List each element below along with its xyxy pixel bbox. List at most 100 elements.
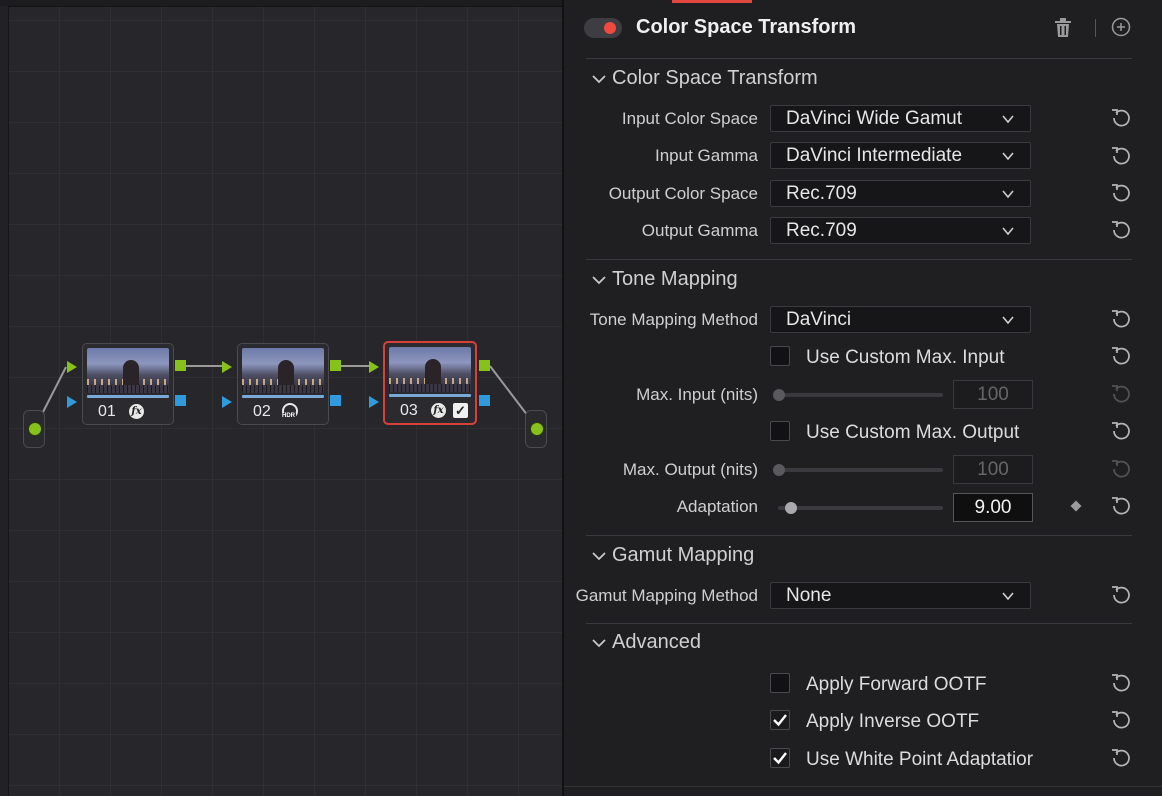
use-custom-max-input-label: Use Custom Max. Input: [806, 347, 1005, 368]
hdr-icon: HDR: [281, 403, 298, 419]
output-dot-icon: [530, 422, 544, 436]
fx-icon: fx: [129, 404, 144, 419]
reset-icon[interactable]: [1110, 219, 1132, 241]
reset-icon[interactable]: [1110, 672, 1132, 694]
tone-mapping-method-dropdown[interactable]: DaVinci: [770, 306, 1031, 333]
reset-icon[interactable]: [1110, 182, 1132, 204]
trash-icon[interactable]: [1054, 18, 1072, 38]
node-03-alpha-input[interactable]: [369, 396, 379, 408]
reset-icon[interactable]: [1110, 495, 1132, 517]
node-01[interactable]: 01 fx: [82, 343, 174, 425]
apply-forward-ootf-label: Apply Forward OOTF: [806, 674, 987, 695]
dropdown-value: Rec.709: [786, 183, 857, 204]
add-node-icon[interactable]: [1111, 17, 1131, 37]
max-input-slider[interactable]: [778, 393, 943, 397]
max-input-value-field[interactable]: 100: [953, 380, 1033, 409]
reset-icon[interactable]: [1110, 107, 1132, 129]
dropdown-value: DaVinci: [786, 309, 852, 330]
effect-title: Color Space Transform: [636, 16, 857, 38]
reset-icon[interactable]: [1110, 308, 1132, 330]
node-01-alpha-input[interactable]: [67, 396, 77, 408]
node-03-selected[interactable]: 03 fx ✓: [383, 341, 477, 425]
chevron-down-icon: [592, 639, 606, 647]
node-03-alpha-output[interactable]: [479, 395, 490, 406]
inspector-panel: Color Space Transform Color Space Transf…: [564, 0, 1162, 796]
node-graph[interactable]: 01 fx 02 HDR 03 fx ✓: [0, 0, 562, 796]
node-02-alpha-output[interactable]: [330, 395, 341, 406]
dropdown-value: None: [786, 585, 832, 606]
node-number: 02: [253, 403, 271, 420]
section-advanced[interactable]: Advanced: [590, 631, 701, 654]
node-number: 01: [98, 403, 116, 420]
node-03-rgb-output[interactable]: [479, 360, 490, 371]
node-thumbnail: [242, 348, 324, 393]
apply-forward-ootf-checkbox[interactable]: [770, 673, 790, 693]
reset-icon: [1112, 385, 1130, 403]
use-white-point-adaptation-label: Use White Point Adaptatior: [806, 749, 1034, 770]
reset-icon[interactable]: [1110, 420, 1132, 442]
adaptation-label: Adaptation: [676, 497, 758, 516]
node-02-alpha-input[interactable]: [222, 396, 232, 408]
hdr-icon-text: HDR: [281, 413, 296, 419]
node-01-alpha-output[interactable]: [175, 395, 186, 406]
active-tab-indicator: [672, 0, 752, 3]
output-gamma-dropdown[interactable]: Rec.709: [770, 217, 1031, 244]
divider: [586, 58, 1132, 59]
max-output-slider-knob[interactable]: [773, 464, 785, 476]
input-color-space-dropdown[interactable]: DaVinci Wide Gamut: [770, 105, 1031, 132]
reset-icon[interactable]: [1110, 584, 1132, 606]
node-02[interactable]: 02 HDR: [237, 343, 329, 425]
source-input-endpoint[interactable]: [23, 410, 45, 448]
effect-enable-toggle[interactable]: [584, 18, 622, 38]
adaptation-value-field[interactable]: 9.00: [953, 493, 1033, 522]
output-gamma-label: Output Gamma: [641, 221, 758, 240]
node-status-bar: [242, 395, 324, 398]
reset-icon: [1112, 460, 1130, 478]
use-custom-max-output-checkbox[interactable]: [770, 421, 790, 441]
section-tone-mapping[interactable]: Tone Mapping: [590, 268, 738, 291]
max-input-slider-knob[interactable]: [773, 389, 785, 401]
gamut-mapping-method-label: Gamut Mapping Method: [575, 586, 758, 605]
use-custom-max-output-label: Use Custom Max. Output: [806, 422, 1020, 443]
tone-mapping-method-label: Tone Mapping Method: [589, 310, 758, 329]
divider: [586, 535, 1132, 536]
fx-icon: fx: [431, 403, 446, 418]
reset-icon[interactable]: [1110, 709, 1132, 731]
divider: [586, 259, 1132, 260]
node-01-rgb-output[interactable]: [175, 360, 186, 371]
output-endpoint[interactable]: [525, 410, 547, 448]
use-custom-max-input-checkbox[interactable]: [770, 346, 790, 366]
node-status-bar: [87, 395, 169, 398]
keyframe-diamond-icon[interactable]: [1070, 500, 1082, 512]
chevron-down-icon: [1002, 190, 1014, 199]
adaptation-slider[interactable]: [778, 506, 943, 510]
toggle-knob: [604, 22, 616, 34]
apply-inverse-ootf-checkbox[interactable]: [770, 710, 790, 730]
node-01-rgb-input[interactable]: [67, 361, 77, 373]
node-number: 03: [400, 402, 418, 419]
dropdown-value: Rec.709: [786, 220, 857, 241]
section-gamut-mapping[interactable]: Gamut Mapping: [590, 544, 754, 567]
node-thumbnail: [87, 348, 169, 393]
output-color-space-dropdown[interactable]: Rec.709: [770, 180, 1031, 207]
node-thumbnail: [389, 347, 471, 392]
input-gamma-label: Input Gamma: [655, 146, 758, 165]
use-white-point-adaptation-checkbox[interactable]: [770, 748, 790, 768]
max-output-slider[interactable]: [778, 468, 943, 472]
max-output-value-field[interactable]: 100: [953, 455, 1033, 484]
node-status-bar: [389, 394, 471, 397]
node-02-rgb-output[interactable]: [330, 360, 341, 371]
section-color-space-transform[interactable]: Color Space Transform: [590, 67, 818, 90]
node-02-rgb-input[interactable]: [222, 361, 232, 373]
gamut-mapping-method-dropdown[interactable]: None: [770, 582, 1031, 609]
input-gamma-dropdown[interactable]: DaVinci Intermediate: [770, 142, 1031, 169]
adaptation-slider-knob[interactable]: [785, 502, 797, 514]
dropdown-value: DaVinci Intermediate: [786, 145, 963, 166]
reset-icon[interactable]: [1110, 747, 1132, 769]
reset-icon[interactable]: [1110, 345, 1132, 367]
max-input-label: Max. Input (nits): [636, 385, 758, 404]
checkmark-icon: [773, 714, 787, 727]
node-03-rgb-input[interactable]: [369, 361, 379, 373]
checkmark-icon: [773, 752, 787, 765]
reset-icon[interactable]: [1110, 145, 1132, 167]
